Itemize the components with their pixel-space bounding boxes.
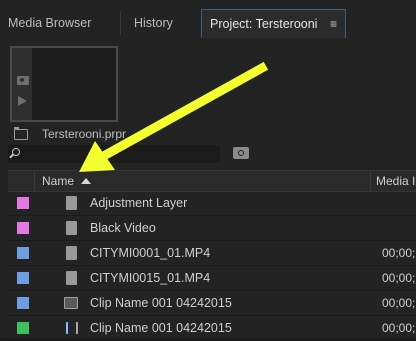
item-media-start: 00;00; <box>382 296 416 310</box>
list-item[interactable]: Adjustment Layer <box>8 191 416 216</box>
poster-frame-camera-icon[interactable] <box>17 76 29 85</box>
item-name: CITYMI0015_01.MP4 <box>90 271 211 285</box>
tab-label: Project: Tersterooni <box>210 17 318 31</box>
folder-icon <box>14 127 28 141</box>
column-media-start[interactable]: Media I <box>376 173 415 189</box>
find-bin-icon[interactable] <box>233 147 249 159</box>
item-list: Adjustment Layer Black Video CITYMI0001_… <box>8 191 416 341</box>
tab-bar: Media Browser History Project: Tersteroo… <box>0 0 416 38</box>
panel-menu-icon[interactable]: ≡ <box>330 10 337 39</box>
item-media-start: 00;00; <box>382 271 416 285</box>
preview-sidebar <box>12 48 32 120</box>
item-name: Clip Name 001 04242015 <box>90 321 232 335</box>
list-item[interactable]: Black Video <box>8 216 416 241</box>
adjustment-layer-icon <box>66 196 77 210</box>
column-divider <box>370 171 371 191</box>
label-color-swatch[interactable] <box>17 322 29 334</box>
search-input[interactable] <box>28 146 222 164</box>
column-divider <box>34 171 35 191</box>
search-bar <box>8 145 222 164</box>
sequence-icon <box>64 297 78 309</box>
item-media-start: 00;00; <box>382 321 416 335</box>
tab-label: History <box>134 16 173 30</box>
video-file-icon <box>66 246 77 260</box>
tab-label: Media Browser <box>8 16 92 30</box>
tab-media-browser[interactable]: Media Browser <box>0 9 120 38</box>
list-item[interactable]: CITYMI0001_01.MP4 00;00; <box>8 241 416 266</box>
item-media-start: 00;00; <box>382 246 416 260</box>
multicam-icon <box>66 322 78 334</box>
item-name: Adjustment Layer <box>90 196 188 210</box>
project-name: Tersterooni.prpr <box>42 127 127 141</box>
column-name[interactable]: Name <box>42 173 74 189</box>
label-color-swatch[interactable] <box>17 297 29 309</box>
item-name: CITYMI0001_01.MP4 <box>90 246 211 260</box>
thumbnail-preview <box>10 46 118 122</box>
tab-project[interactable]: Project: Tersterooni ≡ <box>201 9 346 38</box>
column-header: Name Media I <box>8 170 416 192</box>
project-path: Tersterooni.prpr <box>14 126 126 142</box>
label-color-swatch[interactable] <box>17 247 29 259</box>
label-color-swatch[interactable] <box>17 197 29 209</box>
list-item[interactable]: Clip Name 001 04242015 00;00; <box>8 316 416 341</box>
play-icon[interactable] <box>18 96 27 106</box>
label-color-swatch[interactable] <box>17 222 29 234</box>
tab-divider <box>120 11 121 35</box>
tab-history[interactable]: History <box>126 9 198 38</box>
list-item[interactable]: Clip Name 001 04242015 00;00; <box>8 291 416 316</box>
list-item[interactable]: CITYMI0015_01.MP4 00;00; <box>8 266 416 291</box>
item-name: Clip Name 001 04242015 <box>90 296 232 310</box>
search-icon <box>12 148 20 156</box>
label-color-swatch[interactable] <box>17 272 29 284</box>
video-file-icon <box>66 271 77 285</box>
black-video-icon <box>66 221 77 235</box>
item-name: Black Video <box>90 221 156 235</box>
sort-ascending-icon[interactable] <box>81 178 91 184</box>
